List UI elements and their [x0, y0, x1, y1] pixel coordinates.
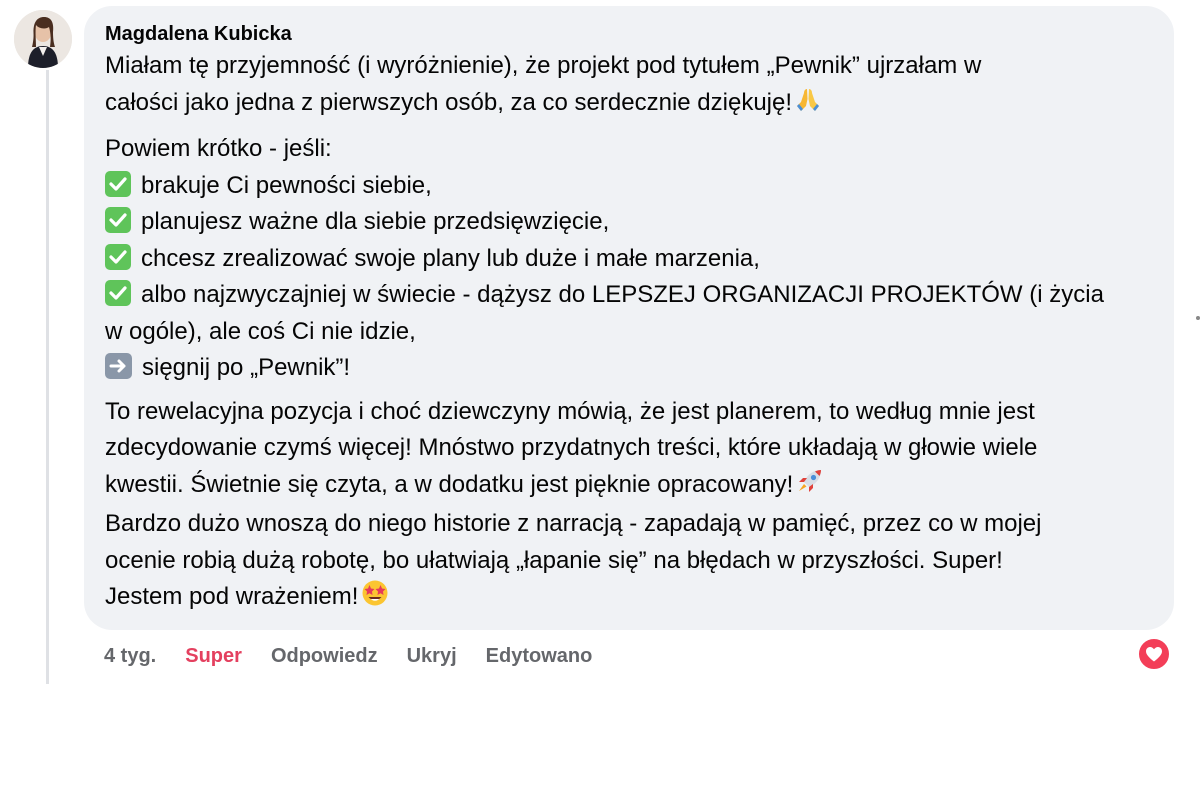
timestamp-link[interactable]: 4 tyg. [104, 645, 156, 668]
comment-paragraph-review: To rewelacyjna pozycja i choć dziewczyny… [105, 394, 1154, 619]
check-mark-icon [105, 207, 131, 233]
checklist-item: chcesz zrealizować swoje plany lub duże … [105, 241, 1154, 278]
scroll-indicator [1196, 316, 1200, 320]
text-line: Miałam tę przyjemność (i wyróżnienie), ż… [105, 52, 982, 79]
comment-actions: 4 tyg. Super Odpowiedz Ukryj Edytowano [104, 642, 621, 670]
rocket-icon [795, 467, 825, 507]
comment-checklist-block: Powiem krótko - jeśli: brakuje Ci pewnoś… [105, 131, 1154, 387]
comment-thread: Magdalena Kubicka Miałam tę przyjemność … [0, 0, 1200, 800]
heart-icon [1146, 647, 1162, 662]
text-line: zdecydowanie czymś więcej! Mnóstwo przyd… [105, 434, 1038, 461]
right-arrow-icon [105, 353, 132, 379]
comment-bubble: Magdalena Kubicka Miałam tę przyjemność … [84, 6, 1174, 630]
comment-author[interactable]: Magdalena Kubicka [105, 20, 292, 48]
text-line: w ogóle), ale coś Ci nie idzie, [105, 317, 416, 345]
reaction-summary[interactable] [1137, 637, 1171, 671]
avatar[interactable] [14, 10, 72, 68]
checklist-item: planujesz ważne dla siebie przedsięwzięc… [105, 204, 1154, 241]
check-mark-icon [105, 170, 131, 197]
checklist-item-text: albo najzwyczajniej w świecie - dążysz d… [141, 281, 1104, 308]
check-mark-icon [105, 243, 131, 270]
text-line: kwestii. Świetnie się czyta, a w dodatku… [105, 470, 794, 498]
star-struck-icon [360, 579, 390, 619]
arrow-item: sięgnij po „Pewnik”! [105, 350, 1154, 387]
text-line: Jestem pod wrażeniem! [105, 583, 359, 610]
checklist-item: albo najzwyczajniej w świecie - dążysz d… [105, 277, 1154, 314]
reply-button[interactable]: Odpowiedz [271, 645, 378, 668]
comment-paragraph-intro: Miałam tę przyjemność (i wyróżnienie), ż… [105, 48, 1154, 124]
edited-label[interactable]: Edytowano [486, 645, 593, 668]
text-line: Bardzo dużo wnoszą do niego historie z n… [105, 510, 1042, 537]
checklist-item-text: brakuje Ci pewności siebie, [141, 171, 432, 199]
arrow-item-text: sięgnij po „Pewnik”! [142, 354, 351, 381]
text-line-with-emoji: kwestii. Świetnie się czyta, a w dodatku… [105, 467, 1154, 507]
checklist-item: brakuje Ci pewności siebie, [105, 168, 1154, 205]
text-line: Powiem krótko - jeśli: [105, 135, 332, 162]
text-line: całości jako jedna z pierwszych osób, za… [105, 88, 793, 116]
hide-button[interactable]: Ukryj [407, 645, 457, 668]
reaction-button[interactable]: Super [185, 645, 242, 668]
text-line-with-emoji: Jestem pod wrażeniem! [105, 579, 1154, 619]
text-line-with-emoji: całości jako jedna z pierwszych osób, za… [105, 85, 1154, 125]
avatar-portrait [14, 10, 72, 68]
thread-line [46, 70, 49, 684]
check-mark-icon [105, 280, 131, 306]
checklist-item-text: planujesz ważne dla siebie przedsięwzięc… [141, 208, 610, 235]
text-line: ocenie robią dużą robotę, bo ułatwiają „… [105, 546, 1003, 574]
text-line: To rewelacyjna pozycja i choć dziewczyny… [105, 397, 1035, 425]
checklist-item-text: chcesz zrealizować swoje plany lub duże … [141, 244, 760, 272]
folded-hands-icon [794, 87, 822, 125]
